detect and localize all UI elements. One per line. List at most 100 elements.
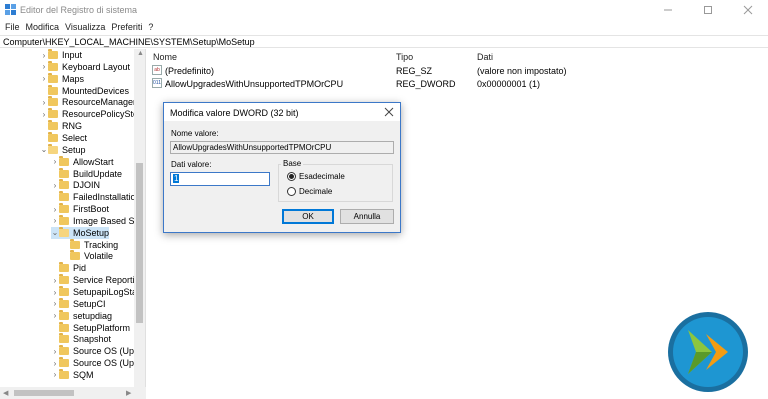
ok-button[interactable]: OK xyxy=(282,209,334,224)
tree-item[interactable]: MountedDevices xyxy=(40,84,129,97)
expand-chevron-icon[interactable]: › xyxy=(51,310,59,322)
folder-icon xyxy=(48,131,58,142)
tree-item[interactable]: FailedInstallations xyxy=(51,191,145,203)
folder-icon xyxy=(59,203,69,214)
expand-chevron-icon[interactable]: › xyxy=(40,96,48,108)
tree-item[interactable]: ⌄ MoSetup xyxy=(51,226,110,239)
tree-item[interactable]: › Image Based Setu xyxy=(51,214,145,227)
expand-chevron-icon[interactable]: › xyxy=(51,357,59,369)
tree-item[interactable]: › Service Reporting xyxy=(51,274,145,286)
collapse-chevron-icon[interactable]: ⌄ xyxy=(40,144,48,156)
expand-chevron-icon[interactable] xyxy=(40,85,48,97)
expand-chevron-icon[interactable]: › xyxy=(51,179,59,191)
folder-icon xyxy=(59,321,69,332)
tree-item[interactable]: › Source OS (Updat xyxy=(51,357,145,369)
maximize-button[interactable] xyxy=(688,0,728,20)
address-bar[interactable]: Computer\HKEY_LOCAL_MACHINE\SYSTEM\Setup… xyxy=(0,35,768,48)
expand-chevron-icon[interactable] xyxy=(62,250,70,262)
column-header-data[interactable]: Dati xyxy=(477,52,493,62)
menu-modifica[interactable]: Modifica xyxy=(23,20,63,35)
tree-item[interactable]: Snapshot xyxy=(51,333,111,345)
tree-item-label: Tracking xyxy=(84,239,119,250)
tree-item[interactable]: › DJOIN xyxy=(51,179,100,191)
column-header-name[interactable]: Nome xyxy=(153,52,177,62)
tree-horizontal-scroll-thumb[interactable] xyxy=(14,390,74,396)
value-data-input[interactable]: 1 xyxy=(170,172,270,186)
folder-icon xyxy=(48,96,58,107)
tree-item[interactable]: Pid xyxy=(51,262,86,274)
folder-icon xyxy=(59,345,69,356)
hexadecimal-radio[interactable]: Esadecimale xyxy=(287,172,345,181)
expand-chevron-icon[interactable] xyxy=(51,168,59,180)
expand-chevron-icon[interactable] xyxy=(51,262,59,274)
tree-item-label: Select xyxy=(62,132,88,143)
expand-chevron-icon[interactable] xyxy=(51,191,59,203)
folder-icon xyxy=(59,333,69,344)
value-row[interactable]: ab (Predefinito) REG_SZ (valore non impo… xyxy=(147,64,768,77)
folder-icon xyxy=(59,226,69,237)
minimize-button[interactable] xyxy=(648,0,688,20)
tree-item[interactable]: › Maps xyxy=(40,72,84,85)
expand-chevron-icon[interactable]: › xyxy=(51,369,59,381)
tree-item[interactable]: › SetupCI xyxy=(51,297,106,310)
tree-item[interactable]: Tracking xyxy=(62,238,119,251)
tree-item-label: SetupPlatform xyxy=(73,322,131,333)
scroll-right-arrow-icon[interactable]: ▶ xyxy=(126,389,131,397)
tree-item[interactable]: › ResourcePolicyStore xyxy=(40,108,145,120)
expand-chevron-icon[interactable]: › xyxy=(51,298,59,310)
tree-item[interactable]: BuildUpdate xyxy=(51,167,122,180)
expand-chevron-icon[interactable]: › xyxy=(40,61,48,73)
tree-item[interactable]: › FirstBoot xyxy=(51,203,109,215)
expand-chevron-icon[interactable]: › xyxy=(51,274,59,286)
expand-chevron-icon[interactable] xyxy=(51,333,59,345)
expand-chevron-icon[interactable]: › xyxy=(51,286,59,298)
scroll-up-arrow-icon[interactable]: ▲ xyxy=(137,50,144,57)
tree-vertical-scroll-thumb[interactable] xyxy=(136,163,143,323)
tree-item[interactable]: › Keyboard Layout xyxy=(40,60,130,73)
tree-item[interactable]: ⌄ Setup xyxy=(40,143,86,156)
folder-icon xyxy=(48,84,58,95)
dialog-close-icon[interactable] xyxy=(384,107,394,117)
menu-file[interactable]: File xyxy=(2,20,23,35)
tree-item[interactable]: Select xyxy=(40,131,88,144)
expand-chevron-icon[interactable]: › xyxy=(51,215,59,227)
folder-icon xyxy=(48,72,58,83)
expand-chevron-icon[interactable]: › xyxy=(51,345,59,357)
close-button[interactable] xyxy=(728,0,768,20)
tree-item[interactable]: Volatile xyxy=(62,250,113,262)
expand-chevron-icon[interactable] xyxy=(62,239,70,251)
menu-visualizza[interactable]: Visualizza xyxy=(62,20,108,35)
value-name-field: AllowUpgradesWithUnsupportedTPMOrCPU xyxy=(170,141,394,154)
collapse-chevron-icon[interactable]: ⌄ xyxy=(51,227,59,239)
cancel-button[interactable]: Annulla xyxy=(340,209,394,224)
tree-item-label: Snapshot xyxy=(73,334,112,345)
expand-chevron-icon[interactable]: › xyxy=(51,203,59,215)
dialog-title: Modifica valore DWORD (32 bit) xyxy=(170,108,299,118)
expand-chevron-icon[interactable] xyxy=(40,132,48,144)
tree-item-label: ResourceManager xyxy=(62,97,137,108)
tree-item[interactable]: › Input xyxy=(40,49,82,61)
tree-item[interactable]: › ResourceManager xyxy=(40,96,136,108)
column-header-type[interactable]: Tipo xyxy=(396,52,413,62)
expand-chevron-icon[interactable] xyxy=(51,322,59,334)
tree-item[interactable]: SetupPlatform xyxy=(51,321,131,334)
tree-item[interactable]: › SQM xyxy=(51,368,94,381)
tree-item[interactable]: › AllowStart xyxy=(51,155,114,168)
decimal-radio[interactable]: Decimale xyxy=(287,187,332,196)
expand-chevron-icon[interactable] xyxy=(40,120,48,132)
window-title: Editor del Registro di sistema xyxy=(20,5,138,15)
tree-item[interactable]: › SetupapiLogStatu xyxy=(51,286,145,298)
tree-item-label: Pid xyxy=(73,263,87,274)
scroll-left-arrow-icon[interactable]: ◀ xyxy=(3,389,8,397)
menu-help[interactable]: ? xyxy=(145,20,156,35)
value-row[interactable]: 011 AllowUpgradesWithUnsupportedTPMOrCPU… xyxy=(147,77,768,90)
tree-item[interactable]: › setupdiag xyxy=(51,309,112,322)
expand-chevron-icon[interactable]: › xyxy=(40,108,48,120)
expand-chevron-icon[interactable]: › xyxy=(40,49,48,61)
expand-chevron-icon[interactable]: › xyxy=(40,73,48,85)
tree-item[interactable]: RNG xyxy=(40,120,82,132)
value-data: (valore non impostato) xyxy=(477,66,567,76)
tree-item[interactable]: › Source OS (Updat xyxy=(51,345,145,357)
expand-chevron-icon[interactable]: › xyxy=(51,156,59,168)
menu-preferiti[interactable]: Preferiti xyxy=(108,20,145,35)
